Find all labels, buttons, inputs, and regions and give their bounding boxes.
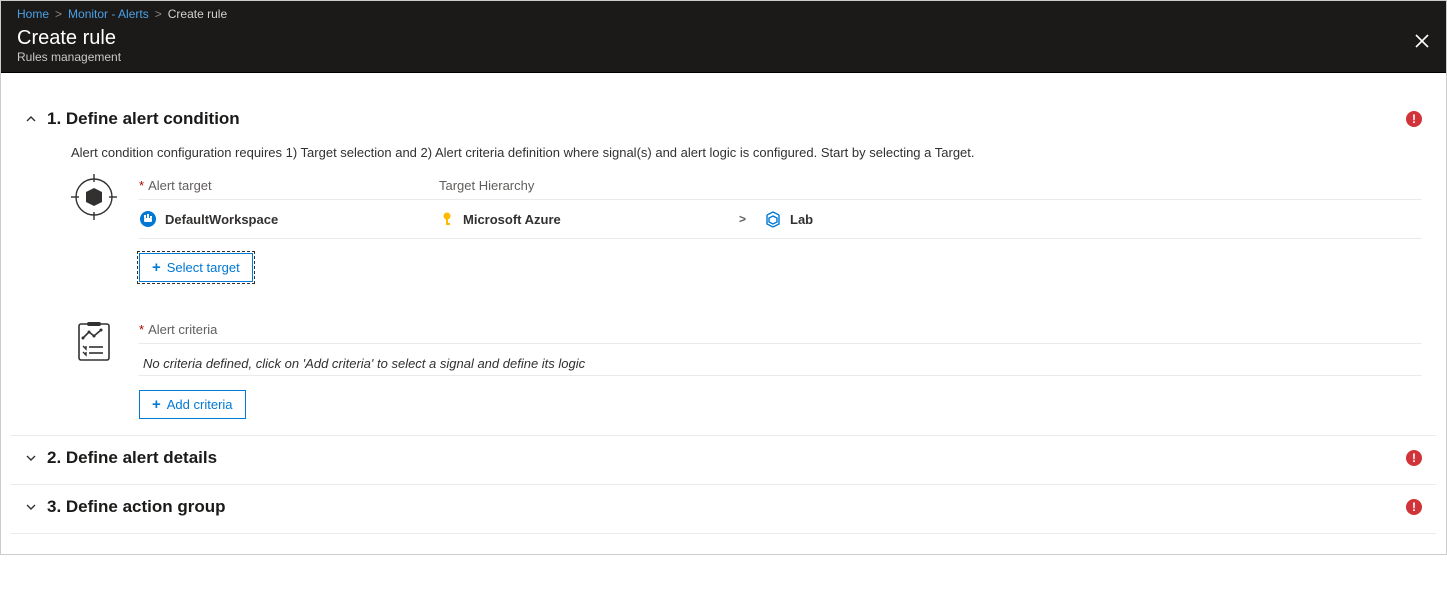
chevron-down-icon	[25, 452, 37, 464]
section-description: Alert condition configuration requires 1…	[71, 145, 1422, 160]
required-asterisk: *	[139, 178, 144, 193]
key-icon	[439, 211, 455, 227]
resource-group-icon	[764, 210, 782, 228]
add-criteria-button-label: Add criteria	[167, 397, 233, 412]
breadcrumb-home[interactable]: Home	[17, 7, 49, 21]
section-define-alert-condition: 1. Define alert condition ! Alert condit…	[11, 97, 1436, 435]
target-icon	[71, 174, 117, 220]
error-icon: !	[1406, 111, 1422, 127]
section-title-1: 1. Define alert condition	[47, 109, 240, 129]
select-target-button-label: Select target	[167, 260, 240, 275]
close-icon	[1414, 33, 1430, 49]
error-icon: !	[1406, 499, 1422, 515]
alert-target-label: Alert target	[148, 178, 212, 193]
breadcrumb: Home > Monitor - Alerts > Create rule	[17, 1, 1430, 21]
section-header-1[interactable]: 1. Define alert condition !	[25, 109, 1422, 129]
breadcrumb-monitor-alerts[interactable]: Monitor - Alerts	[68, 7, 149, 21]
plus-icon: +	[152, 260, 161, 275]
criteria-empty-text: No criteria defined, click on 'Add crite…	[139, 344, 1422, 375]
section-header-3[interactable]: 3. Define action group !	[25, 497, 1422, 517]
breadcrumb-current: Create rule	[168, 7, 227, 21]
section-title-2: 2. Define alert details	[47, 448, 217, 468]
section-header-2[interactable]: 2. Define alert details !	[25, 448, 1422, 468]
alert-criteria-label: Alert criteria	[148, 322, 217, 337]
error-icon: !	[1406, 450, 1422, 466]
required-asterisk: *	[139, 322, 144, 337]
alert-target-value: DefaultWorkspace	[165, 212, 278, 227]
workspace-icon	[139, 210, 157, 228]
chevron-right-icon: >	[155, 7, 162, 21]
section-define-action-group: 3. Define action group !	[11, 484, 1436, 534]
page-title: Create rule	[17, 27, 1430, 50]
chevron-down-icon	[25, 501, 37, 513]
chevron-right-icon: >	[55, 7, 62, 21]
hierarchy-subscription: Microsoft Azure	[463, 212, 561, 227]
chevron-right-icon: >	[739, 212, 746, 226]
top-bar: Home > Monitor - Alerts > Create rule Cr…	[1, 1, 1446, 73]
page-subtitle: Rules management	[17, 50, 1430, 64]
criteria-icon	[71, 318, 117, 364]
chevron-up-icon	[25, 113, 37, 125]
section-title-3: 3. Define action group	[47, 497, 226, 517]
close-button[interactable]	[1412, 31, 1432, 51]
section-define-alert-details: 2. Define alert details !	[11, 435, 1436, 484]
select-target-button[interactable]: + Select target	[139, 253, 253, 282]
target-hierarchy-label: Target Hierarchy	[439, 178, 534, 193]
hierarchy-resource-group: Lab	[790, 212, 813, 227]
plus-icon: +	[152, 397, 161, 412]
main-content: 1. Define alert condition ! Alert condit…	[1, 73, 1446, 554]
alert-criteria-block: * Alert criteria No criteria defined, cli…	[71, 322, 1422, 419]
alert-target-block: * Alert target Target Hierarchy	[71, 178, 1422, 282]
add-criteria-button[interactable]: + Add criteria	[139, 390, 246, 419]
